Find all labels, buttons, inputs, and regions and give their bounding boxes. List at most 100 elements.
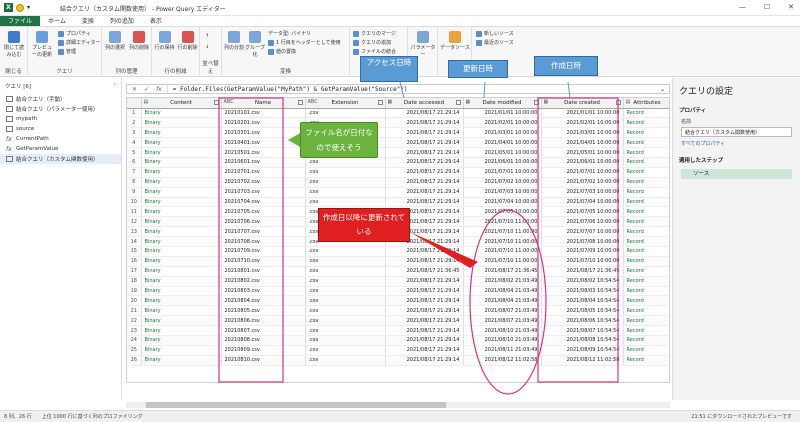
collapse-pane-icon[interactable]: ‹ (114, 82, 116, 90)
cell-attributes[interactable]: Record (623, 236, 669, 247)
query-item-manual[interactable]: 結合クエリ（手動） (0, 94, 121, 104)
maximize-button[interactable]: ☐ (764, 3, 770, 11)
cell-content[interactable]: Binary (141, 286, 222, 297)
remove-columns-button[interactable]: 列の削除 (128, 31, 150, 51)
horizontal-scrollbar[interactable] (126, 402, 670, 408)
query-item-mypath[interactable]: mypath (0, 114, 121, 124)
close-and-load-button[interactable]: 閉じて読み込む (3, 31, 25, 58)
table-row[interactable]: 18 Binary 20210802.csv .csv 2021/08/17 21:29… (127, 276, 669, 287)
table-row[interactable]: 9 Binary 20210703.csv .csv 2021/08/17 21:29:… (127, 187, 669, 198)
filter-dropdown-icon[interactable] (213, 100, 219, 105)
cell-attributes[interactable]: Record (623, 137, 669, 149)
cell-content[interactable]: Binary (141, 197, 222, 208)
query-item-source[interactable]: source (0, 124, 121, 134)
cell-content[interactable]: Binary (141, 108, 222, 119)
table-row[interactable]: 19 Binary 20210803.csv .csv 2021/08/17 21:29… (127, 286, 669, 297)
cell-attributes[interactable]: Record (623, 256, 669, 267)
group-by-button[interactable]: グループ化 (245, 31, 265, 58)
tab-view[interactable]: 表示 (142, 16, 170, 26)
new-source-button[interactable]: 新しいソース (476, 30, 514, 37)
query-name-input[interactable]: 結合クエリ（カスタム関数使用） (681, 127, 792, 137)
cell-attributes[interactable]: Record (623, 157, 669, 168)
cell-content[interactable]: Binary (141, 335, 222, 346)
cell-content[interactable]: Binary (141, 137, 222, 149)
query-item-parameter[interactable]: 結合クエリ（パラメーター使用） (0, 104, 121, 114)
cell-content[interactable]: Binary (141, 216, 222, 228)
all-properties-link[interactable]: すべてのプロパティ (673, 138, 800, 149)
cell-attributes[interactable]: Record (623, 355, 669, 366)
table-row[interactable]: 15 Binary 20210709.csv .csv 2021/08/17 21:29… (127, 246, 669, 257)
expand-formula-icon[interactable]: ⌄ (660, 86, 665, 93)
cell-content[interactable]: Binary (141, 305, 222, 317)
recent-sources-button[interactable]: 最近のソース (476, 39, 514, 46)
choose-columns-button[interactable]: 列の選択 (104, 31, 126, 51)
refresh-preview-button[interactable]: プレビューの更新 (30, 31, 54, 58)
cell-content[interactable]: Binary (141, 276, 222, 287)
filter-dropdown-icon[interactable] (377, 100, 383, 105)
sort-desc-button[interactable]: ↓ (205, 44, 209, 50)
cell-content[interactable]: Binary (141, 345, 222, 356)
remove-rows-button[interactable]: 行の削除 (177, 31, 198, 51)
tab-file[interactable]: ファイル (0, 16, 41, 26)
filter-dropdown-icon[interactable] (455, 100, 461, 105)
merge-queries-button[interactable]: クエリのマージ (353, 30, 396, 37)
use-first-row-headers-button[interactable]: 1 行目をヘッダーとして使用 (268, 39, 341, 46)
cell-attributes[interactable]: Record (623, 216, 669, 228)
column-header-date-created[interactable]: ▦ Date created (541, 98, 624, 109)
feedback-smiley-icon[interactable] (16, 3, 24, 12)
table-row[interactable]: 2Binary20210201.csv.csv2021/08/17 21:29:… (127, 117, 669, 129)
query-item-currentpath[interactable]: fx CurrentPath (0, 134, 121, 144)
cell-content[interactable]: Binary (141, 355, 222, 366)
column-header-name[interactable]: ABC Name (221, 98, 306, 109)
table-row[interactable]: 6 Binary 20210601.csv .csv 2021/08/17 21:29:… (127, 157, 669, 168)
cell-attributes[interactable]: Record (623, 276, 669, 287)
cell-content[interactable]: Binary (141, 226, 222, 238)
tab-transform[interactable]: 変換 (74, 16, 102, 26)
select-all-corner[interactable] (127, 98, 142, 109)
filter-dropdown-icon[interactable] (615, 100, 621, 105)
column-header-extension[interactable]: ABC Extension (305, 98, 386, 109)
tab-add-column[interactable]: 列の追加 (102, 16, 142, 26)
tab-home[interactable]: ホーム (40, 16, 74, 26)
cell-content[interactable]: Binary (141, 256, 222, 267)
table-row[interactable]: 8 Binary 20210702.csv .csv 2021/08/17 21:29:… (127, 177, 669, 188)
table-row[interactable]: 24 Binary 20210808.csv .csv 2021/08/17 21:29… (127, 335, 669, 346)
close-button[interactable]: ✕ (788, 3, 794, 11)
table-row[interactable]: 7 Binary 20210701.csv .csv 2021/08/17 21:29:… (127, 167, 669, 178)
cell-content[interactable]: Binary (141, 147, 222, 158)
append-queries-button[interactable]: クエリの追加 (353, 39, 391, 46)
table-row[interactable]: 4Binary20210401.csv.csv2021/08/17 21:29:… (127, 137, 669, 149)
column-header-content[interactable]: ▤ Content (141, 98, 222, 109)
cell-content[interactable]: Binary (141, 177, 222, 188)
filter-dropdown-icon[interactable] (297, 100, 303, 105)
table-row[interactable]: 25 Binary 20210809.csv .csv 2021/08/17 21:29… (127, 345, 669, 356)
cell-content[interactable]: Binary (141, 127, 222, 139)
properties-button[interactable]: プロパティ (58, 30, 91, 37)
keep-rows-button[interactable]: 行の保持 (154, 31, 175, 51)
cell-content[interactable]: Binary (141, 167, 222, 178)
column-header-date-modified[interactable]: ▦ Date modified (463, 98, 542, 109)
minimize-button[interactable]: — (739, 3, 746, 11)
cell-attributes[interactable]: Record (623, 325, 669, 336)
cell-content[interactable]: Binary (141, 325, 222, 336)
table-row[interactable]: 17 Binary 20210801.csv .csv 2021/08/17 21:36… (127, 266, 669, 277)
cell-content[interactable]: Binary (141, 187, 222, 198)
table-row[interactable]: 5Binary20210501.csv.csv2021/08/17 21:29:… (127, 147, 669, 158)
cell-attributes[interactable]: Record (623, 226, 669, 238)
applied-step-source[interactable]: ソース (681, 169, 792, 179)
cell-content[interactable]: Binary (141, 315, 222, 327)
manage-parameters-button[interactable]: パラメーター (410, 31, 436, 58)
cell-attributes[interactable]: Record (623, 305, 669, 317)
cell-attributes[interactable]: Record (623, 335, 669, 346)
cell-attributes[interactable]: Record (623, 167, 669, 178)
table-row[interactable]: 22 Binary 20210806.csv .csv 2021/08/17 21:29… (127, 315, 669, 327)
qat-dropdown-icon[interactable]: ▾ (27, 4, 30, 11)
cell-attributes[interactable]: Record (623, 315, 669, 327)
split-column-button[interactable]: 列の分割 (224, 31, 244, 51)
manage-button[interactable]: 管理 (58, 48, 76, 55)
cell-content[interactable]: Binary (141, 117, 222, 129)
fx-icon[interactable]: fx (156, 86, 162, 93)
cancel-formula-icon[interactable]: ✕ (132, 86, 137, 93)
cell-attributes[interactable]: Record (623, 295, 669, 307)
cell-attributes[interactable]: Record (623, 286, 669, 297)
